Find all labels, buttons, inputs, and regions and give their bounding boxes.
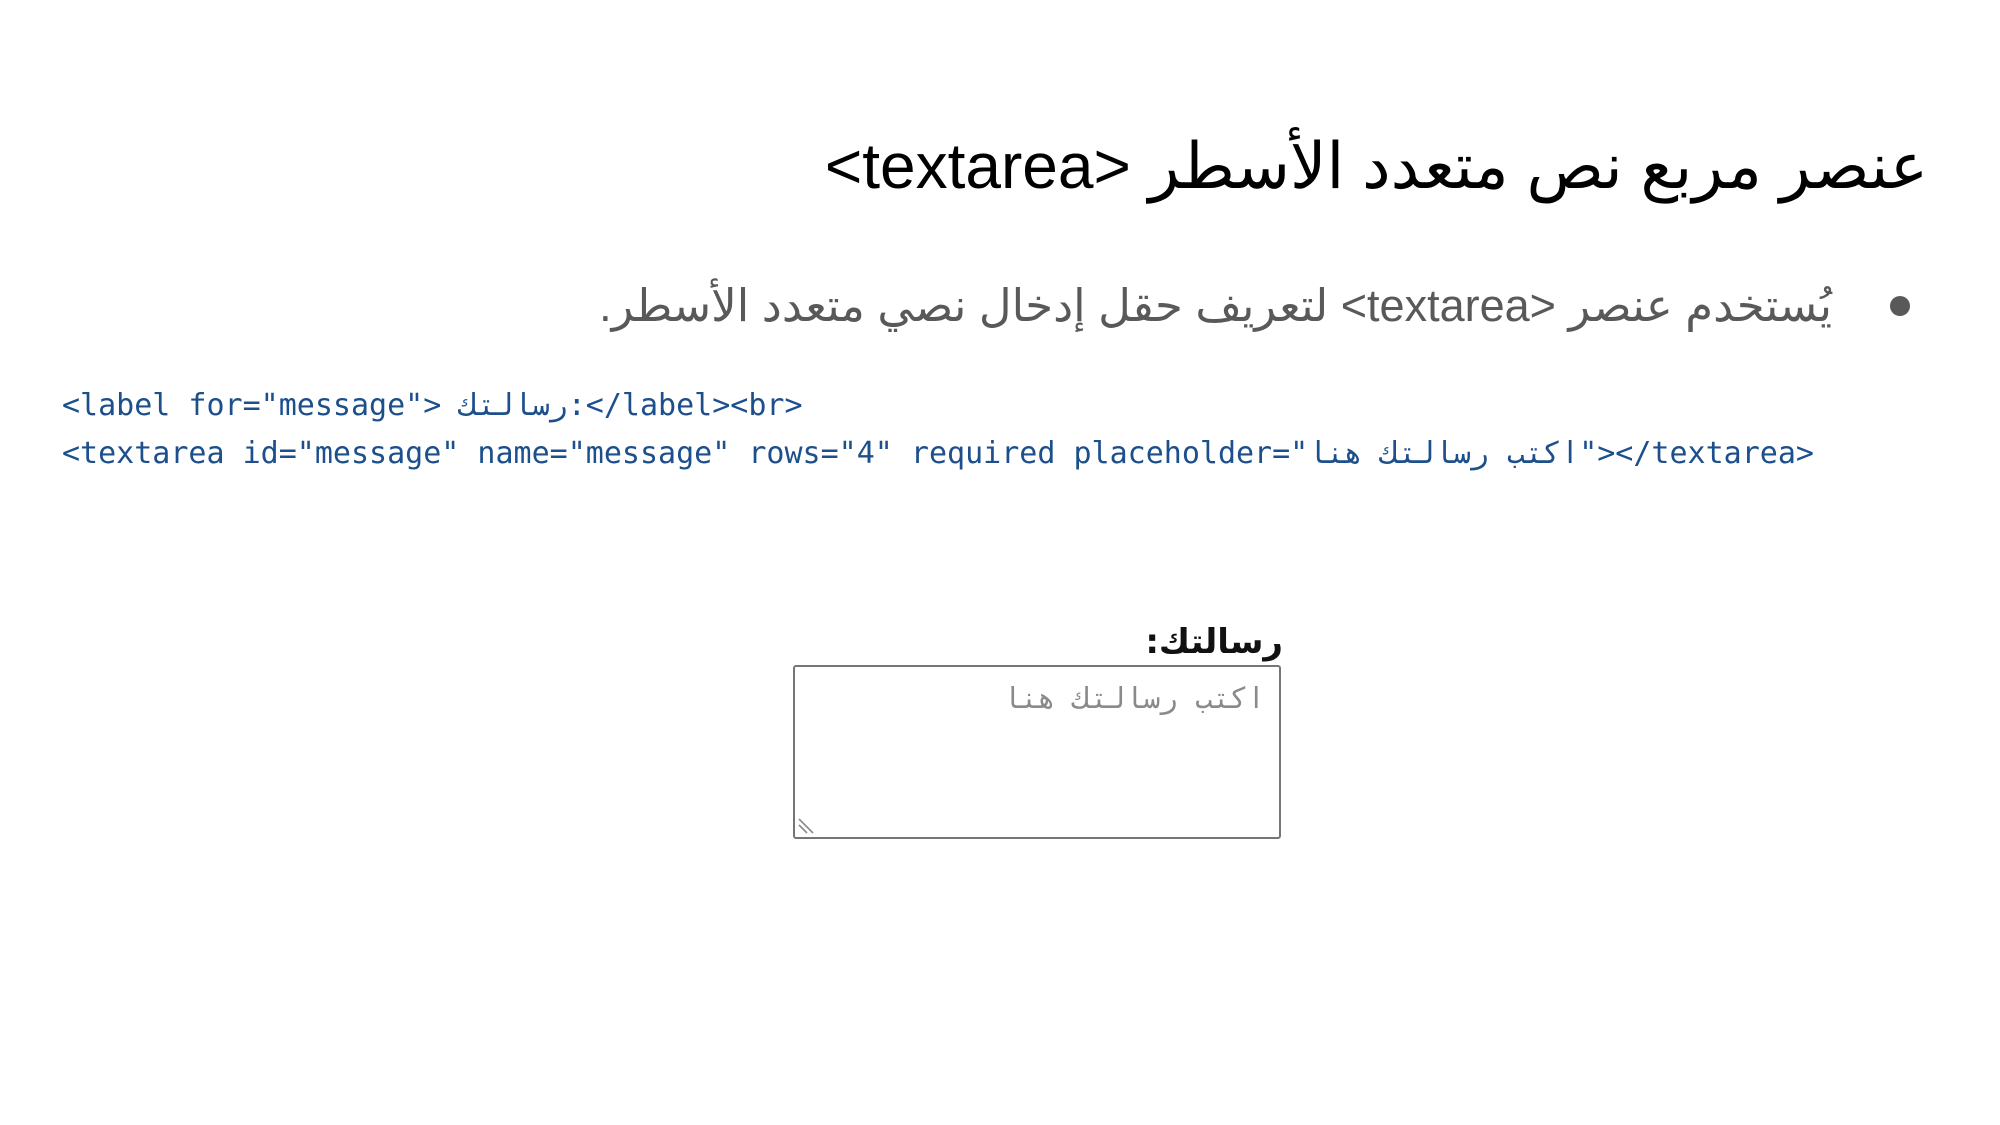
demo-message-label: رسالتك: <box>1145 622 1283 662</box>
code-label-close-tag: :</label><br> <box>567 388 803 423</box>
code-textarea-placeholder-text: اكتب رسالتك هنا <box>1308 436 1580 471</box>
code-label-open-tag: <label for="message"> <box>62 388 442 423</box>
bullet-text: يُستخدم عنصر <textarea> لتعريف حقل إدخال… <box>599 280 1832 331</box>
slide-title: عنصر مربع نص متعدد الأسطر <textarea> <box>824 130 1928 202</box>
bullet-dot-icon <box>1890 296 1910 316</box>
code-block: <label for="message"> رسالتك:</label><br… <box>62 382 1952 478</box>
code-line-label: <label for="message"> رسالتك:</label><br… <box>62 382 1952 430</box>
demo-textarea-placeholder: اكتب رسالتك هنا <box>1003 681 1265 715</box>
code-textarea-open-tag: <textarea id="message" name="message" ro… <box>62 436 1309 471</box>
resize-grip-icon[interactable] <box>797 813 819 835</box>
code-line-textarea: <textarea id="message" name="message" ro… <box>62 430 1952 478</box>
slide: عنصر مربع نص متعدد الأسطر <textarea> يُس… <box>0 0 2000 1125</box>
bullet-item: يُستخدم عنصر <textarea> لتعريف حقل إدخال… <box>310 274 1910 338</box>
demo-message-textarea[interactable]: اكتب رسالتك هنا <box>793 665 1281 839</box>
code-textarea-close-tag: "></textarea> <box>1579 436 1814 471</box>
code-label-arabic-text: رسالتك <box>459 388 568 423</box>
